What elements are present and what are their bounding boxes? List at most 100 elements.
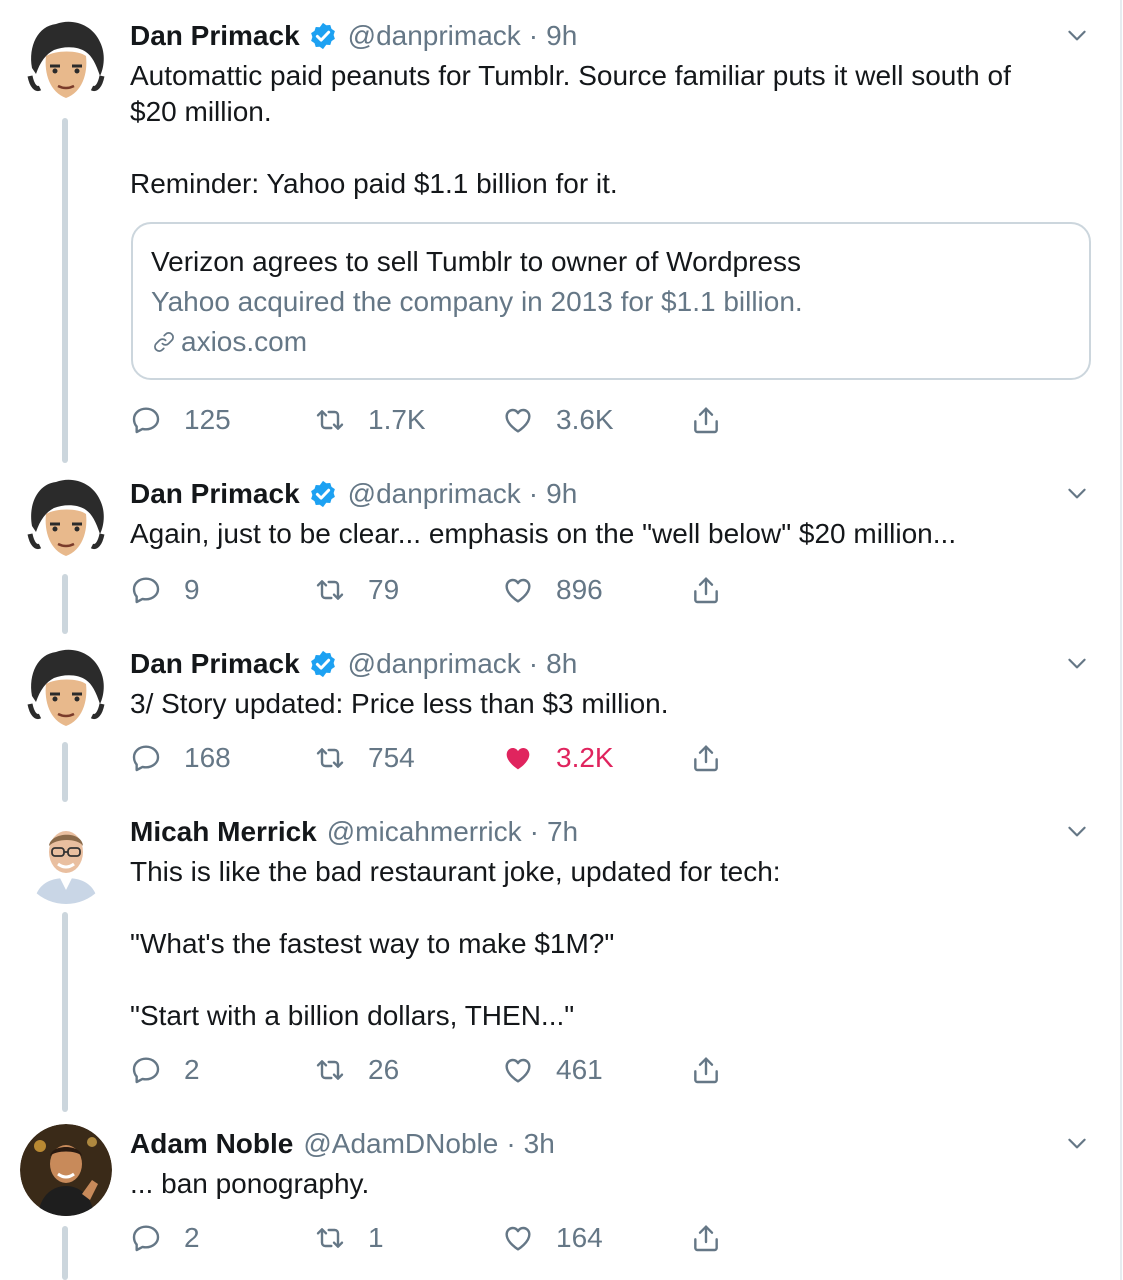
verified-badge-icon [308, 21, 338, 51]
handle[interactable]: @danprimack [348, 20, 521, 52]
display-name[interactable]: Dan Primack [130, 648, 300, 680]
retweet-icon [314, 1054, 346, 1086]
heart-icon [502, 1222, 534, 1254]
share-icon [690, 404, 722, 436]
link-card-domain-text: axios.com [181, 326, 308, 357]
reply-icon [130, 742, 162, 774]
display-name[interactable]: Dan Primack [130, 20, 300, 52]
like-button[interactable]: 164 [502, 1218, 603, 1258]
reply-icon [130, 1054, 162, 1086]
reply-count: 9 [184, 574, 200, 605]
avatar[interactable] [20, 644, 112, 736]
separator-dot: · [528, 478, 539, 509]
chevron-down-icon[interactable] [1064, 22, 1090, 48]
tweet-header: Dan Primack @danprimack · 9h [130, 474, 577, 514]
tweet-actions: 168 754 3.2K [130, 738, 750, 778]
timestamp[interactable]: 7h [547, 816, 578, 848]
share-icon [690, 1054, 722, 1086]
share-button[interactable] [690, 738, 722, 778]
tweet-text: This is like the bad restaurant joke, up… [130, 854, 781, 1034]
heart-icon [502, 574, 534, 606]
retweet-icon [314, 742, 346, 774]
timestamp[interactable]: 9h [546, 478, 577, 510]
avatar[interactable] [20, 1124, 112, 1216]
reply-count: 125 [184, 404, 231, 435]
share-icon [690, 574, 722, 606]
share-icon [690, 1222, 722, 1254]
handle[interactable]: @micahmerrick [327, 816, 522, 848]
tweet-header: Dan Primack @danprimack · 8h [130, 644, 577, 684]
retweet-count: 79 [368, 574, 400, 605]
reply-button[interactable]: 2 [130, 1218, 200, 1258]
share-button[interactable] [690, 400, 722, 440]
chevron-down-icon[interactable] [1064, 480, 1090, 506]
tweet-text-line: Reminder: Yahoo paid $1.1 billion for it… [130, 168, 618, 199]
separator-dot: · [528, 648, 539, 679]
share-button[interactable] [690, 1050, 722, 1090]
tweet-text-line: ... ban ponography. [130, 1168, 370, 1199]
tweet-actions: 2 26 461 [130, 1050, 750, 1090]
like-count: 3.6K [556, 404, 614, 435]
link-card[interactable]: Verizon agrees to sell Tumblr to owner o… [131, 222, 1091, 380]
thread-line [62, 1226, 68, 1280]
share-button[interactable] [690, 570, 722, 610]
heart-icon [502, 1054, 534, 1086]
like-count: 461 [556, 1054, 603, 1085]
tweet-header: Micah Merrick @micahmerrick · 7h [130, 812, 578, 852]
avatar[interactable] [20, 474, 112, 566]
reply-button[interactable]: 168 [130, 738, 231, 778]
tweet-text: 3/ Story updated: Price less than $3 mil… [130, 686, 669, 722]
handle[interactable]: @danprimack [348, 478, 521, 510]
chevron-down-icon[interactable] [1064, 818, 1090, 844]
retweet-button[interactable]: 26 [314, 1050, 399, 1090]
like-button[interactable]: 3.2K [502, 738, 614, 778]
handle[interactable]: @AdamDNoble [303, 1128, 498, 1160]
retweet-count: 26 [368, 1054, 400, 1085]
reply-button[interactable]: 125 [130, 400, 231, 440]
retweet-button[interactable]: 1.7K [314, 400, 426, 440]
tweet-text: ... ban ponography. [130, 1166, 369, 1202]
tweet-text-line: "Start with a billion dollars, THEN..." [130, 1000, 575, 1031]
timestamp[interactable]: 8h [546, 648, 577, 680]
link-icon [151, 329, 177, 355]
chevron-down-icon[interactable] [1064, 1130, 1090, 1156]
reply-count: 168 [184, 742, 231, 773]
display-name[interactable]: Micah Merrick [130, 816, 317, 848]
link-card-description: Yahoo acquired the company in 2013 for $… [151, 286, 803, 317]
avatar[interactable] [20, 16, 112, 108]
verified-badge-icon [308, 479, 338, 509]
like-count: 164 [556, 1222, 603, 1253]
display-name[interactable]: Dan Primack [130, 478, 300, 510]
reply-button[interactable]: 9 [130, 570, 200, 610]
link-card-title: Verizon agrees to sell Tumblr to owner o… [151, 246, 802, 277]
handle[interactable]: @danprimack [348, 648, 521, 680]
share-button[interactable] [690, 1218, 722, 1258]
thread-line [62, 118, 68, 463]
reply-icon [130, 404, 162, 436]
retweet-button[interactable]: 79 [314, 570, 399, 610]
retweet-count: 754 [368, 742, 415, 773]
separator-dot: · [506, 1128, 516, 1159]
retweet-icon [314, 1222, 346, 1254]
thread-line [62, 574, 68, 634]
retweet-count: 1 [368, 1222, 384, 1253]
tweet-text-line: This is like the bad restaurant joke, up… [130, 856, 781, 887]
timestamp[interactable]: 3h [524, 1128, 555, 1160]
timestamp[interactable]: 9h [546, 20, 577, 52]
retweet-button[interactable]: 754 [314, 738, 415, 778]
tweet-header: Dan Primack @danprimack · 9h [130, 16, 577, 56]
thread-line [62, 742, 68, 802]
thread-line [62, 912, 68, 1112]
tweet-text-line: Again, just to be clear... emphasis on t… [130, 518, 957, 549]
reply-button[interactable]: 2 [130, 1050, 200, 1090]
retweet-button[interactable]: 1 [314, 1218, 384, 1258]
like-count: 3.2K [556, 742, 614, 773]
display-name[interactable]: Adam Noble [130, 1128, 293, 1160]
like-button[interactable]: 896 [502, 570, 603, 610]
chevron-down-icon[interactable] [1064, 650, 1090, 676]
retweet-count: 1.7K [368, 404, 426, 435]
reply-count: 2 [184, 1222, 200, 1253]
like-button[interactable]: 461 [502, 1050, 603, 1090]
like-button[interactable]: 3.6K [502, 400, 614, 440]
avatar[interactable] [20, 812, 112, 904]
